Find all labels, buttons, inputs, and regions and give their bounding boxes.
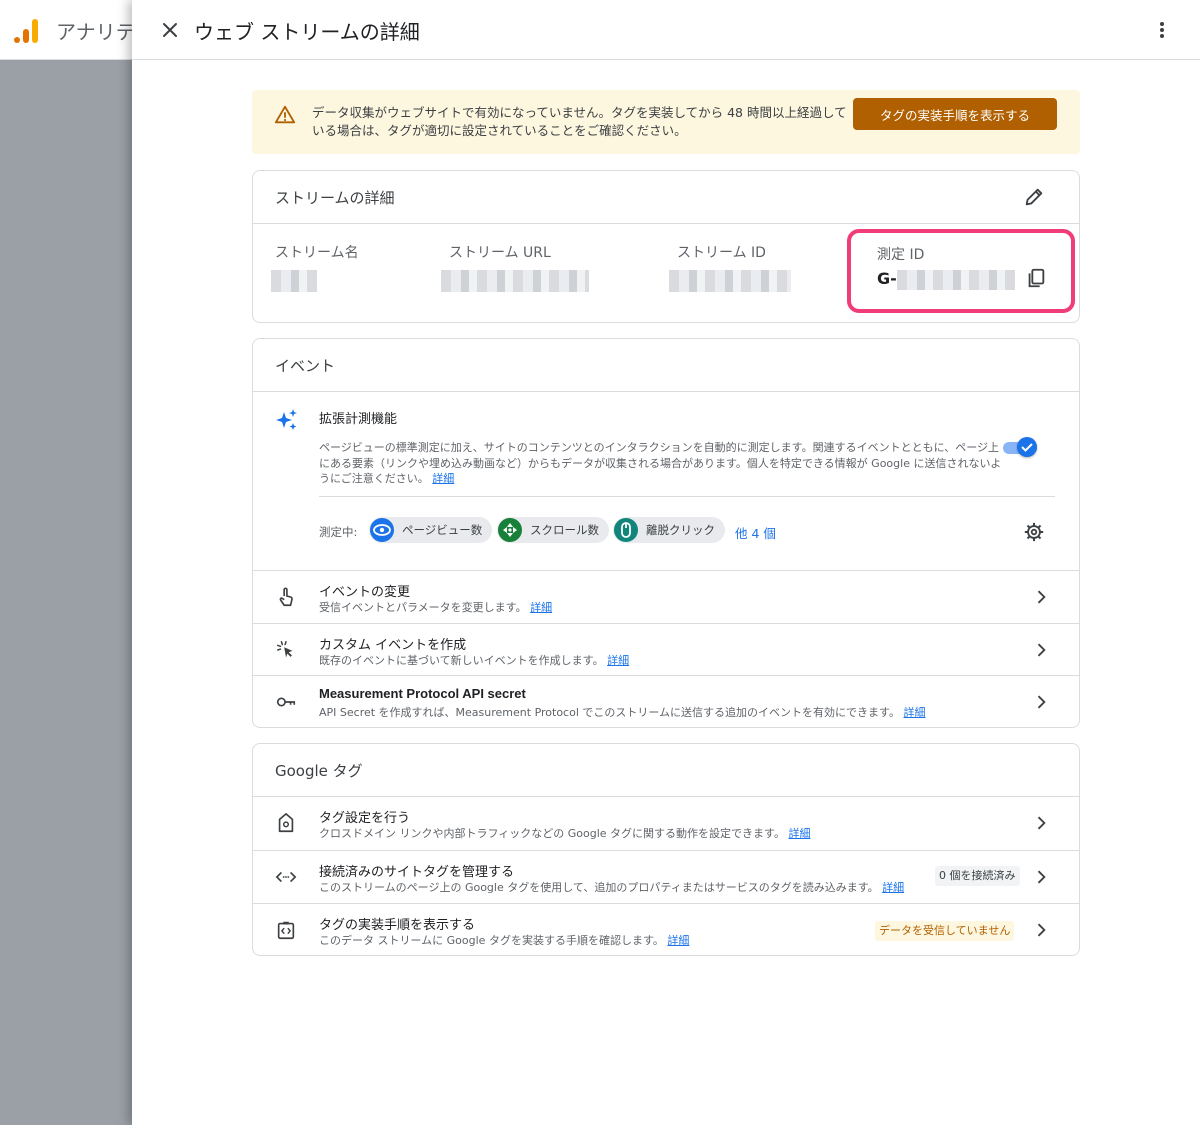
- code-brackets-icon: [275, 871, 297, 883]
- measurement-protocol-learn-more-link[interactable]: 詳細: [903, 706, 925, 719]
- panel-title: ウェブ ストリームの詳細: [194, 20, 420, 44]
- measurement-id-value-redacted: [897, 270, 1015, 290]
- chip-outbound-clicks-label: 離脱クリック: [646, 523, 715, 537]
- stream-details-header: ストリームの詳細: [253, 171, 1079, 224]
- web-stream-details-panel: ウェブ ストリームの詳細 データ収集がウェブサイトで有効になっていません。タグを…: [132, 0, 1200, 1125]
- configure-tag-settings-row[interactable]: タグ設定を行う クロスドメイン リンクや内部トラフィックなどの Google タ…: [253, 797, 1079, 850]
- tag-settings-icon: [278, 813, 294, 833]
- chip-scrolls-label: スクロール数: [530, 523, 599, 537]
- chevron-right-icon: [1037, 816, 1046, 830]
- enhanced-measurement-learn-more-link[interactable]: 詳細: [432, 472, 454, 485]
- touch-hand-icon: [279, 587, 293, 607]
- stream-name-value-redacted: [271, 270, 317, 292]
- sparkle-icon: [276, 409, 297, 430]
- stream-id-label: ストリーム ID: [677, 245, 766, 261]
- view-tag-instructions-learn-more-link[interactable]: 詳細: [667, 934, 689, 947]
- chip-outbound-clicks[interactable]: 離脱クリック: [613, 517, 725, 543]
- stream-url-label: ストリーム URL: [449, 245, 551, 261]
- events-header: イベント: [253, 339, 1079, 392]
- gear-icon[interactable]: [1023, 521, 1045, 543]
- scroll-arrows-icon: [498, 518, 522, 542]
- measurement-protocol-description: API Secret を作成すれば、Measurement Protocol で…: [319, 706, 926, 719]
- manage-connected-site-tags-description: このストリームのページ上の Google タグを使用して、追加のプロパティまたは…: [319, 881, 905, 894]
- no-data-received-badge: データを受信していません: [875, 921, 1015, 941]
- measuring-label: 測定中:: [319, 525, 358, 539]
- eye-icon: [370, 518, 394, 542]
- enhanced-measurement-title: 拡張計測機能: [319, 412, 398, 427]
- warning-icon: [274, 105, 296, 124]
- close-icon[interactable]: [158, 18, 182, 42]
- configure-tag-settings-learn-more-link[interactable]: 詳細: [788, 827, 810, 840]
- google-tag-title: Google タグ: [275, 762, 363, 780]
- modify-events-learn-more-link[interactable]: 詳細: [530, 601, 552, 614]
- stream-id-value-redacted: [669, 270, 791, 292]
- stream-details-card: ストリームの詳細 ストリーム名 ストリーム URL ストリーム ID 測定 ID…: [252, 170, 1080, 323]
- copy-icon[interactable]: [1025, 267, 1047, 289]
- chevron-right-icon: [1037, 923, 1046, 937]
- warning-banner: データ収集がウェブサイトで有効になっていません。タグを実装してから 48 時間以…: [252, 90, 1080, 154]
- chevron-right-icon: [1037, 643, 1046, 657]
- mouse-icon: [614, 518, 638, 542]
- measurement-id-label: 測定 ID: [877, 247, 925, 263]
- stream-details-title: ストリームの詳細: [275, 189, 395, 207]
- view-tag-instructions-description: このデータ ストリームに Google タグを実装する手順を確認します。 詳細: [319, 934, 690, 947]
- edit-pencil-icon[interactable]: [1023, 186, 1045, 208]
- chevron-right-icon: [1037, 590, 1046, 604]
- create-custom-event-row[interactable]: カスタム イベントを作成 既存のイベントに基づいて新しいイベントを作成します。 …: [253, 623, 1079, 676]
- analytics-logo-icon: [14, 17, 40, 43]
- panel-header: ウェブ ストリームの詳細: [132, 0, 1200, 60]
- chevron-right-icon: [1037, 695, 1046, 709]
- view-tag-instructions-title: タグの実装手順を表示する: [319, 918, 476, 933]
- check-icon: [1021, 443, 1033, 452]
- stream-details-body: ストリーム名 ストリーム URL ストリーム ID 測定 ID G-: [253, 224, 1079, 322]
- measurement-protocol-row[interactable]: Measurement Protocol API secret API Secr…: [253, 675, 1079, 728]
- events-title: イベント: [275, 357, 336, 375]
- more-events-link[interactable]: 他 4 個: [735, 523, 776, 542]
- enhanced-measurement-toggle[interactable]: [1003, 437, 1039, 457]
- more-vert-icon[interactable]: [1150, 18, 1174, 42]
- show-tag-instructions-button[interactable]: タグの実装手順を表示する: [853, 98, 1057, 130]
- configure-tag-settings-title: タグ設定を行う: [319, 811, 411, 826]
- background-app-title: アナリテ: [56, 20, 136, 44]
- manage-connected-site-tags-learn-more-link[interactable]: 詳細: [882, 881, 904, 894]
- modify-events-title: イベントの変更: [319, 585, 411, 600]
- create-custom-event-description: 既存のイベントに基づいて新しいイベントを作成します。 詳細: [319, 654, 630, 667]
- enhanced-measurement-section: 拡張計測機能 ページビューの標準測定に加え、サイトのコンテンツとのインタラクショ…: [253, 392, 1079, 570]
- view-tag-instructions-row[interactable]: タグの実装手順を表示する このデータ ストリームに Google タグを実装する…: [253, 903, 1079, 956]
- create-custom-event-title: カスタム イベントを作成: [319, 638, 467, 653]
- events-card: イベント 拡張計測機能 ページビューの標準測定に加え、サイトのコンテンツとのイン…: [252, 338, 1080, 728]
- code-clipboard-icon: [277, 921, 295, 940]
- enhanced-measurement-description: ページビューの標準測定に加え、サイトのコンテンツとのインタラクションを自動的に測…: [319, 441, 1002, 485]
- manage-connected-site-tags-title: 接続済みのサイトタグを管理する: [319, 865, 515, 880]
- connected-count-badge: 0 個を接続済み: [935, 866, 1020, 886]
- click-cursor-icon: [277, 641, 293, 658]
- manage-connected-site-tags-row[interactable]: 接続済みのサイトタグを管理する このストリームのページ上の Google タグを…: [253, 850, 1079, 903]
- google-tag-card: Google タグ タグ設定を行う クロスドメイン リンクや内部トラフィックなど…: [252, 743, 1080, 956]
- modify-events-row[interactable]: イベントの変更 受信イベントとパラメータを変更します。 詳細: [253, 570, 1079, 623]
- measurement-id-highlight: 測定 ID G-: [847, 229, 1075, 313]
- measurement-id-prefix: G-: [877, 269, 897, 288]
- stream-name-label: ストリーム名: [275, 245, 359, 261]
- google-tag-header: Google タグ: [253, 744, 1079, 797]
- measurement-protocol-title: Measurement Protocol API secret: [319, 686, 526, 701]
- configure-tag-settings-description: クロスドメイン リンクや内部トラフィックなどの Google タグに関する動作を…: [319, 827, 811, 840]
- chip-page-views[interactable]: ページビュー数: [369, 517, 493, 543]
- divider: [319, 496, 1055, 497]
- stream-url-value-redacted: [441, 270, 589, 292]
- chip-page-views-label: ページビュー数: [402, 523, 483, 537]
- create-custom-event-learn-more-link[interactable]: 詳細: [607, 654, 629, 667]
- chevron-right-icon: [1037, 870, 1046, 884]
- warning-text: データ収集がウェブサイトで有効になっていません。タグを実装してから 48 時間以…: [312, 105, 847, 138]
- modify-events-description: 受信イベントとパラメータを変更します。 詳細: [319, 601, 553, 614]
- key-icon: [276, 697, 296, 707]
- chip-scrolls[interactable]: スクロール数: [497, 517, 609, 543]
